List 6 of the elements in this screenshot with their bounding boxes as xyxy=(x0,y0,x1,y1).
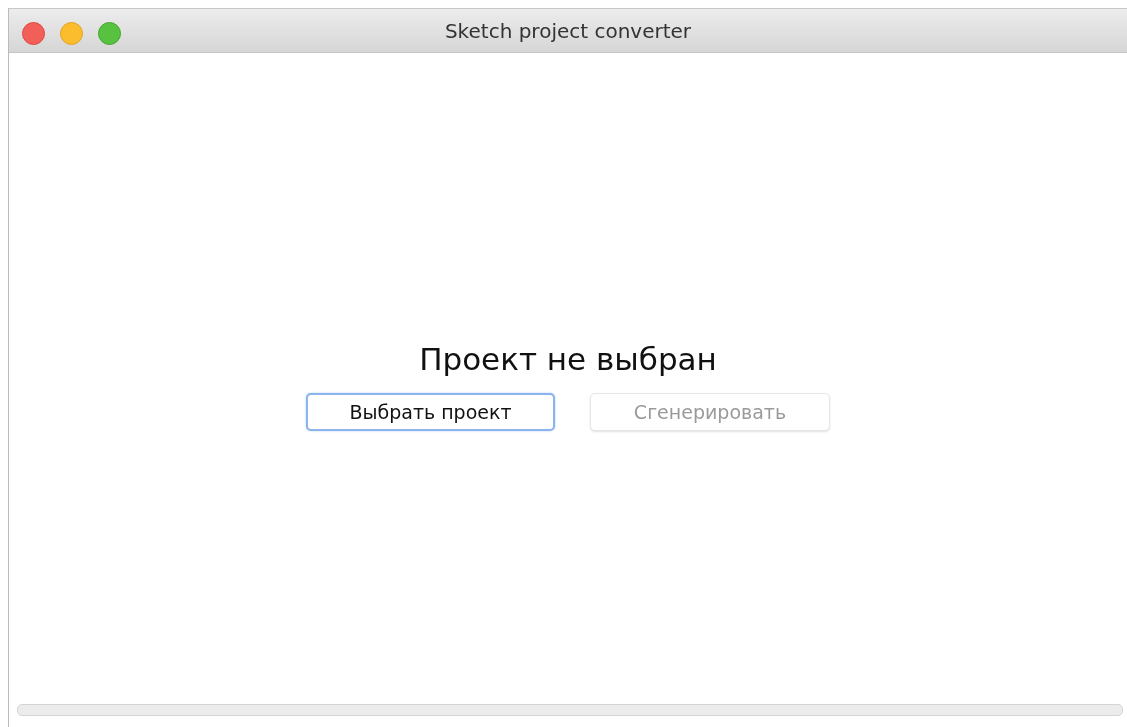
minimize-button[interactable] xyxy=(60,22,83,45)
window-title: Sketch project converter xyxy=(444,18,692,43)
close-button[interactable] xyxy=(22,22,45,45)
zoom-button[interactable] xyxy=(98,22,121,45)
action-button[interactable]: Выбрать проект xyxy=(306,392,555,431)
status-heading: Проект не выбран xyxy=(419,340,717,377)
